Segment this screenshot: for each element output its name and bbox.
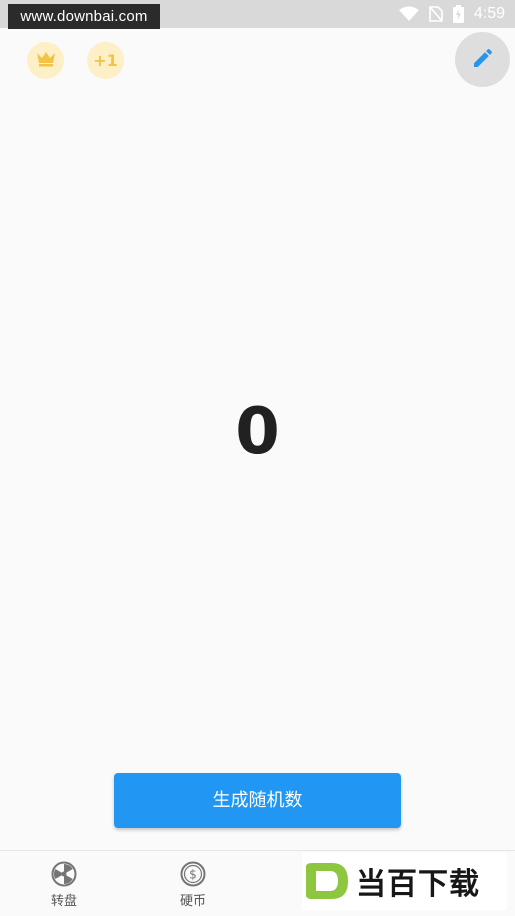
nav-item-coin[interactable]: $ 硬币 bbox=[153, 861, 233, 909]
nav-item-wheel[interactable]: 转盘 bbox=[24, 861, 104, 909]
no-sim-icon bbox=[429, 6, 443, 22]
svg-text:$: $ bbox=[189, 868, 197, 882]
logo-mark bbox=[306, 863, 348, 899]
status-icons: 4:59 bbox=[398, 0, 505, 28]
pencil-icon bbox=[471, 46, 495, 74]
coin-icon: $ bbox=[153, 861, 233, 887]
plus-one-label: +1 bbox=[93, 51, 118, 70]
random-number-display: 0 bbox=[235, 395, 280, 469]
status-time: 4:59 bbox=[473, 5, 505, 22]
plus-one-button[interactable]: +1 bbox=[87, 42, 124, 79]
generate-random-number-button[interactable]: 生成随机数 bbox=[114, 773, 401, 828]
wifi-icon bbox=[398, 6, 419, 22]
battery-charging-icon bbox=[452, 5, 464, 23]
edit-button[interactable] bbox=[455, 32, 510, 87]
status-bar: www.downbai.com 4:59 bbox=[0, 0, 515, 29]
vip-button[interactable] bbox=[27, 42, 64, 79]
wheel-icon bbox=[24, 861, 104, 887]
nav-label: 转盘 bbox=[50, 894, 77, 909]
site-watermark: www.downbai.com bbox=[8, 4, 160, 29]
nav-label: 硬币 bbox=[179, 894, 206, 909]
downbai-logo: 当百下载 bbox=[302, 852, 507, 910]
crown-icon bbox=[36, 51, 56, 71]
logo-text: 当百下载 bbox=[356, 867, 480, 902]
